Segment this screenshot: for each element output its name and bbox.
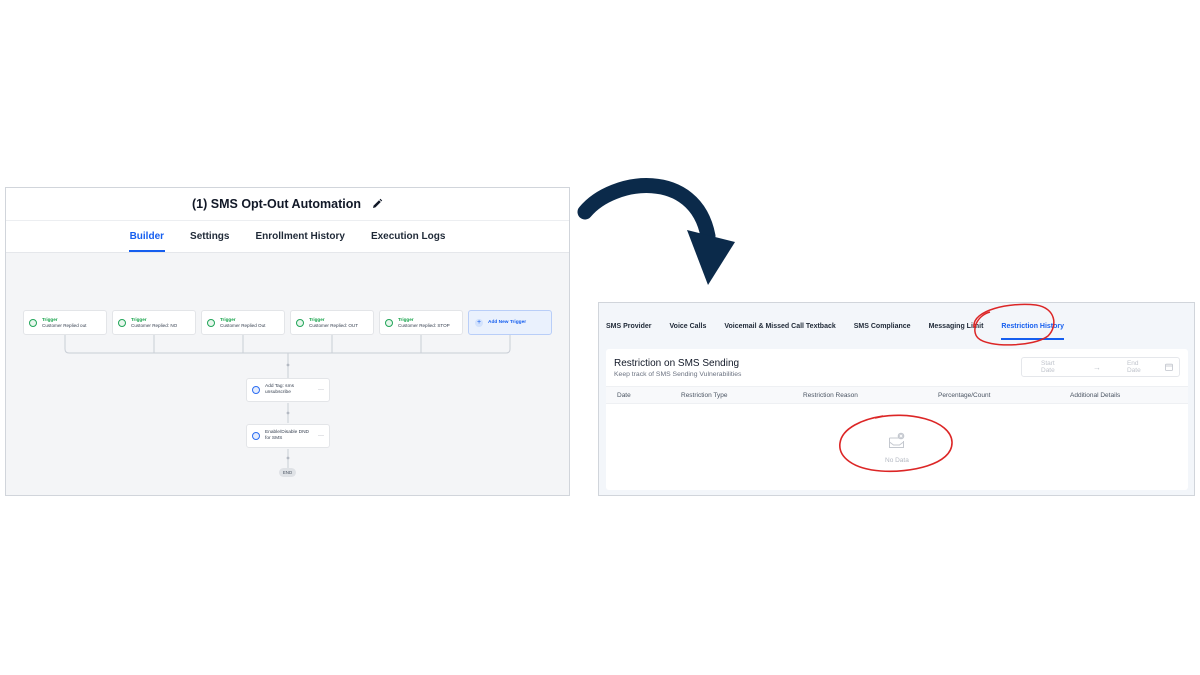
action-label: Add Tag: sms unsubscribe [265,384,294,395]
trigger-card[interactable]: Trigger Customer Replied: STOP [379,310,463,335]
trigger-label: Customer Replied: OUT [309,322,359,328]
empty-inbox-icon [889,432,905,448]
card-title: Restriction on SMS Sending [614,358,740,369]
message-icon [207,318,215,327]
tab-restriction-history[interactable]: Restriction History [1001,319,1064,340]
column-header-date: Date [617,392,631,399]
column-header-additional-details: Additional Details [1070,392,1121,399]
tab-sms-compliance[interactable]: SMS Compliance [854,319,911,334]
tab-settings[interactable]: Settings [189,221,230,252]
trigger-label: Customer Replied: STOP [398,322,450,328]
edit-icon[interactable] [371,198,383,210]
more-options-icon[interactable]: ··· [318,387,324,393]
tab-execution-logs[interactable]: Execution Logs [370,221,446,252]
date-range-picker[interactable]: Start Date → End Date [1021,357,1180,377]
workflow-tabs: Builder Settings Enrollment History Exec… [6,221,569,253]
workflow-canvas[interactable]: Trigger Customer Replied out Trigger Custo… [6,253,569,495]
trigger-row: Trigger Customer Replied out Trigger Custo… [23,310,552,335]
action-card-dnd[interactable]: Enable/Disable DND for SMS ··· [246,424,330,448]
end-date-input[interactable]: End Date [1127,360,1151,374]
column-header-restriction-type: Restriction Type [681,392,728,399]
add-trigger-label: Add New Trigger [488,320,527,325]
column-header-restriction-reason: Restriction Reason [803,392,858,399]
workflow-title: (1) SMS Opt-Out Automation [192,197,361,211]
dnd-icon [252,432,260,440]
trigger-card[interactable]: Trigger Customer Replied out [23,310,107,335]
trigger-label: Customer Replied Out [220,322,266,328]
calendar-icon[interactable] [1165,363,1173,371]
trigger-card[interactable]: Trigger Customer Replied Out [201,310,285,335]
start-date-input[interactable]: Start Date [1041,360,1067,374]
tab-builder[interactable]: Builder [128,221,166,252]
more-options-icon[interactable]: ··· [318,433,324,439]
connector-lines [64,335,511,468]
message-icon [385,318,393,327]
trigger-label: Customer Replied out [42,322,87,328]
trigger-card[interactable]: Trigger Customer Replied: OUT [290,310,374,335]
tab-enrollment-history[interactable]: Enrollment History [254,221,345,252]
workflow-header: (1) SMS Opt-Out Automation [6,188,569,221]
range-arrow-icon: → [1092,362,1101,372]
trigger-label: Customer Replied: NO [131,322,178,328]
message-icon [296,318,304,327]
workflow-builder-panel: (1) SMS Opt-Out Automation Builder Setti… [5,187,570,496]
message-icon [118,318,126,327]
plus-icon: + [475,318,483,327]
column-header-percentage-count: Percentage/Count [938,392,991,399]
trigger-card[interactable]: Trigger Customer Replied: NO [112,310,196,335]
tab-messaging-limit[interactable]: Messaging Limit [929,319,984,334]
curved-arrow-icon [577,178,735,285]
settings-panel: SMS Provider Voice Calls Voicemail & Mis… [598,302,1195,496]
tab-sms-provider[interactable]: SMS Provider [606,319,652,334]
tab-voicemail-missed-call-textback[interactable]: Voicemail & Missed Call Textback [724,319,835,334]
message-icon [29,318,37,327]
settings-tabs: SMS Provider Voice Calls Voicemail & Mis… [599,303,1194,349]
end-node: END [279,468,296,477]
comparison-stage: (1) SMS Opt-Out Automation Builder Setti… [0,0,1200,675]
card-subtitle: Keep track of SMS Sending Vulnerabilitie… [614,371,742,378]
tag-icon [252,386,260,394]
tab-voice-calls[interactable]: Voice Calls [670,319,707,334]
action-label: Enable/Disable DND for SMS [265,430,309,441]
table-header: Date Restriction Type Restriction Reason… [606,386,1188,404]
action-card-add-tag[interactable]: Add Tag: sms unsubscribe ··· [246,378,330,402]
empty-state-text: No Data [885,457,909,464]
add-new-trigger-button[interactable]: + Add New Trigger [468,310,552,335]
restriction-card: Restriction on SMS Sending Keep track of… [606,349,1188,490]
